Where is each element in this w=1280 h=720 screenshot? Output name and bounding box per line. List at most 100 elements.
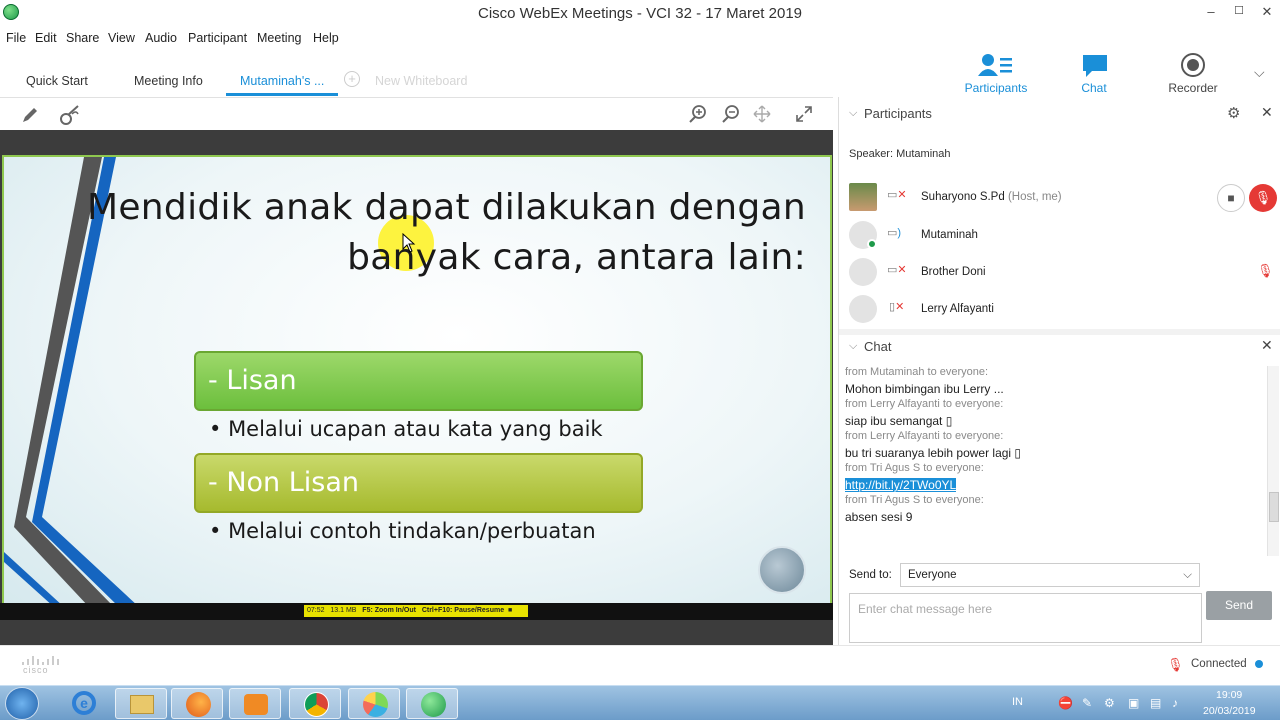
volume-icon[interactable]: ♪ (1172, 696, 1178, 710)
close-chat-icon[interactable]: ✕ (1261, 337, 1273, 354)
chrome-icon[interactable] (289, 688, 341, 719)
participant-row[interactable]: ▭✕ Suharyono S.Pd (Host, me) ■ 🎙 (849, 183, 1277, 219)
screen-share-icon: ▭✕ (887, 264, 907, 276)
participant-row[interactable]: ▭) Mutaminah (849, 221, 1269, 257)
start-button-icon[interactable] (5, 687, 39, 720)
panel-divider[interactable] (839, 329, 1280, 335)
tray-icon[interactable]: ▣ (1128, 696, 1139, 710)
internet-explorer-icon[interactable]: e (58, 688, 110, 719)
menu-edit[interactable]: Edit (35, 31, 57, 45)
status-footer: cisco 🎙 Connected (0, 645, 1280, 685)
tray-icon[interactable]: ⛔ (1058, 696, 1073, 710)
zoom-out-icon[interactable] (721, 104, 741, 124)
recorder-label: Recorder (1168, 81, 1218, 95)
non-lisan-box: - Non Lisan (194, 453, 643, 513)
tray-icon[interactable]: ✎ (1082, 696, 1092, 710)
tab-bar: Quick Start Meeting Info Mutaminah's ...… (0, 62, 840, 96)
input-language[interactable]: IN (1012, 696, 1023, 708)
send-button[interactable]: Send (1206, 591, 1272, 620)
chat-link-row: http://bit.ly/2TWo0YL (845, 478, 1260, 494)
avatar (849, 183, 877, 211)
participants-button[interactable]: Participants (956, 50, 1036, 96)
chat-scrollbar[interactable] (1267, 366, 1279, 556)
chevron-down-icon: ⌵ (1183, 569, 1192, 581)
participant-name: Lerry Alfayanti (921, 303, 994, 315)
tab-new-whiteboard[interactable]: New Whiteboard (375, 74, 467, 88)
active-tab-indicator (226, 93, 338, 96)
chat-label: Chat (1081, 81, 1107, 95)
maximize-button[interactable]: ☐ (1228, 4, 1250, 22)
file-explorer-icon[interactable] (115, 688, 167, 719)
menu-file[interactable]: File (6, 31, 26, 45)
fullscreen-icon[interactable] (795, 105, 813, 123)
mouse-cursor-icon (402, 233, 416, 253)
add-whiteboard-icon[interactable]: + (344, 71, 360, 87)
slide-title: Mendidik anak dapat dilakukan dengan ban… (64, 183, 806, 283)
stop-icon[interactable]: ■ (508, 607, 512, 614)
menu-view[interactable]: View (108, 31, 135, 45)
tray-icon[interactable]: ⚙ (1104, 696, 1115, 710)
participant-row[interactable]: ▯✕ Lerry Alfayanti (849, 295, 1269, 331)
tab-mutaminah[interactable]: Mutaminah's ... (240, 74, 324, 88)
send-to-select[interactable]: Everyone ⌵ (900, 563, 1200, 587)
chat-panel-title: Chat (864, 339, 892, 354)
close-button[interactable]: ✕ (1256, 4, 1278, 22)
collapse-chat-icon[interactable]: ⌵ (849, 340, 857, 353)
muted-mic-icon[interactable]: 🎙 (1167, 657, 1184, 673)
menu-share[interactable]: Share (66, 31, 99, 45)
chat-link[interactable]: http://bit.ly/2TWo0YL (845, 478, 957, 492)
chat-button[interactable]: Chat (1054, 50, 1134, 96)
media-player-icon[interactable] (229, 688, 281, 719)
slide-orb (758, 546, 806, 594)
pen-icon[interactable] (20, 105, 40, 125)
speaking-icon: ▭) (887, 227, 902, 239)
chat-message-text: bu tri suaranya lebih power lagi ▯ (845, 446, 1022, 460)
chevron-down-icon[interactable]: ⌵ (1254, 64, 1265, 81)
recorder-button[interactable]: Recorder (1153, 50, 1233, 96)
close-participants-icon[interactable]: ✕ (1261, 104, 1273, 121)
system-tray[interactable]: ⛔ ✎ ⚙ ▣ ▤ ♪ (1058, 696, 1188, 712)
scrollbar-thumb[interactable] (1269, 492, 1279, 522)
firefox-icon[interactable] (171, 688, 223, 719)
webex-meetings-icon[interactable] (406, 688, 458, 719)
lisan-box: - Lisan (194, 351, 643, 411)
participant-row[interactable]: ▭✕ Brother Doni 🎙 (849, 258, 1274, 294)
mute-microphone-icon[interactable]: 🎙 (1249, 184, 1277, 212)
menu-participant[interactable]: Participant (188, 31, 247, 45)
webex-taskbar-icon[interactable] (348, 688, 400, 719)
phone-icon: ▯✕ (889, 301, 905, 313)
chat-message-input[interactable]: Enter chat message here (849, 593, 1202, 643)
avatar (849, 295, 877, 323)
avatar (849, 221, 877, 249)
pointer-icon[interactable] (58, 104, 82, 126)
chat-message-text: absen sesi 9 (845, 510, 913, 524)
windows-taskbar: e IN ⛔ ✎ ⚙ ▣ ▤ ♪ 19:09 20/03/2019 (0, 685, 1280, 720)
video-camera-icon[interactable]: ■ (1217, 184, 1245, 212)
menu-meeting[interactable]: Meeting (257, 31, 301, 45)
pan-icon[interactable] (752, 104, 772, 124)
tab-meeting-info[interactable]: Meeting Info (134, 74, 203, 88)
clock-date[interactable]: 20/03/2019 (1203, 705, 1256, 717)
recording-status-strip: 07:52 13.1 MB F5: Zoom In/Out Ctrl+F10: … (304, 605, 528, 617)
participants-icon (978, 54, 1012, 76)
slide-title-line1: Mendidik anak dapat dilakukan dengan (87, 187, 806, 228)
bullet-lisan-text: Melalui ucapan atau kata yang baik (228, 417, 603, 441)
gear-icon[interactable]: ⚙ (1227, 104, 1240, 122)
menu-help[interactable]: Help (313, 31, 339, 45)
zoom-in-icon[interactable] (688, 104, 708, 124)
chat-message-sender: from Lerry Alfayanti to everyone: (845, 430, 1004, 442)
participants-panel-title: Participants (864, 106, 932, 121)
participant-name: Suharyono S.Pd (Host, me) (921, 191, 1062, 203)
shared-slide: Mendidik anak dapat dilakukan dengan ban… (2, 155, 832, 605)
menu-bar: File Edit Share View Audio Participant M… (0, 28, 840, 50)
tab-quick-start[interactable]: Quick Start (26, 74, 88, 88)
chat-message-sender: from Mutaminah to everyone: (845, 366, 989, 378)
chat-messages: from Mutaminah to everyone: Mohon bimbin… (845, 366, 1260, 532)
menu-audio[interactable]: Audio (145, 31, 177, 45)
collapse-participants-icon[interactable]: ⌵ (849, 107, 857, 120)
avatar (849, 258, 877, 286)
chat-message-sender: from Lerry Alfayanti to everyone: (845, 398, 1004, 410)
clock-time[interactable]: 19:09 (1216, 689, 1242, 701)
minimize-button[interactable]: – (1200, 4, 1222, 22)
network-icon[interactable]: ▤ (1150, 696, 1161, 710)
